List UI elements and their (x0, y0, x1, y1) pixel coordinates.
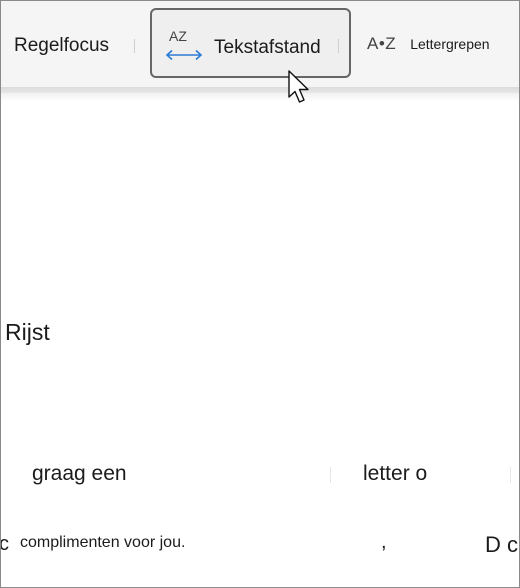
reader-text-line: graag een (32, 462, 127, 485)
reader-text-fragment: , (381, 531, 387, 553)
reader-window: Regelfocus AZ Tekstafstand A•Z Lettergre… (0, 0, 520, 588)
lettergrepen-button[interactable]: A•Z Lettergrepen (367, 32, 490, 56)
immersive-reader-toolbar: Regelfocus AZ Tekstafstand A•Z Lettergre… (1, 1, 519, 93)
text-divider (330, 467, 331, 483)
toolbar-shadow (1, 87, 519, 101)
reader-text-fragment: D c (485, 532, 518, 557)
reader-word: Rijst (5, 319, 50, 345)
text-spacing-icon: AZ (165, 28, 203, 61)
regelfocus-label: Regelfocus (14, 35, 110, 56)
svg-text:AZ: AZ (169, 28, 187, 44)
text-divider (510, 467, 511, 483)
regelfocus-button[interactable]: Regelfocus (14, 31, 109, 61)
mouse-pointer-icon (288, 70, 309, 103)
reader-text-line: letter o (363, 462, 428, 485)
toolbar-separator (134, 39, 135, 53)
toolbar-separator (338, 39, 339, 53)
reader-text-fragment: c (0, 533, 9, 555)
syllables-icon: A•Z (367, 34, 397, 53)
tekstafstand-label: Tekstafstand (214, 37, 321, 58)
tekstafstand-button[interactable]: AZ Tekstafstand (150, 8, 351, 78)
lettergrepen-label: Lettergrepen (410, 36, 490, 52)
reader-text-line: complimenten voor jou. (20, 534, 186, 551)
